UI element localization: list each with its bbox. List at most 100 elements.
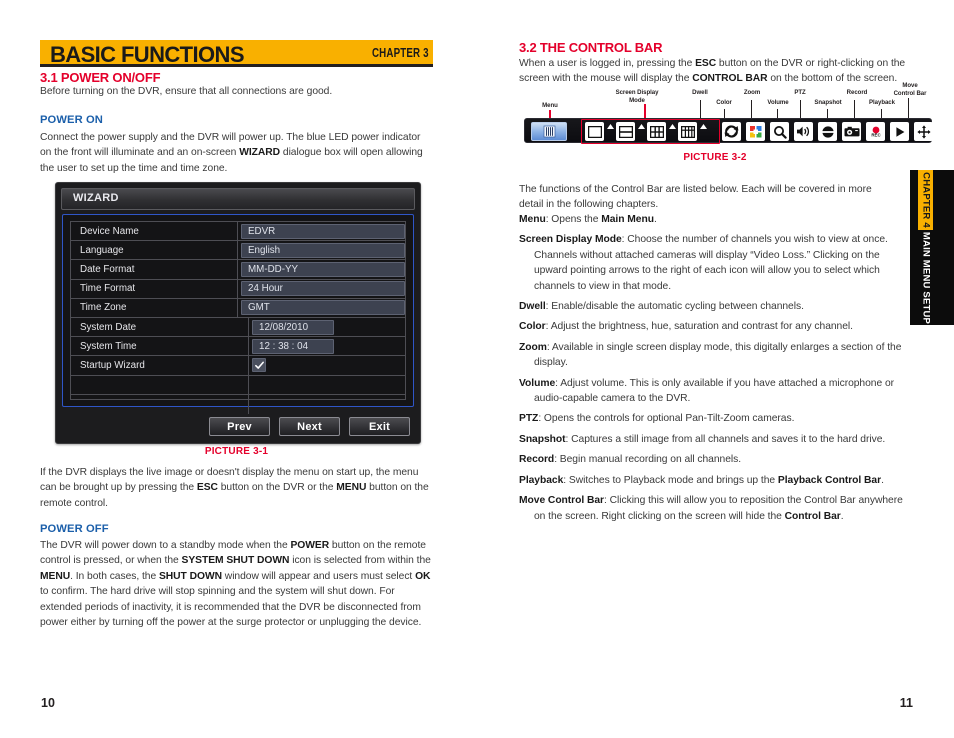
- definition-item: Zoom: Available in single screen display…: [519, 340, 911, 371]
- ap-b1: ESC: [196, 482, 218, 494]
- definition-item: Volume: Adjust volume. This is only avai…: [519, 376, 911, 407]
- po-t5: window will appear and users must select: [222, 570, 416, 582]
- playback-icon[interactable]: [890, 122, 909, 141]
- picture-label-3-1: PICTURE 3-1: [204, 446, 269, 457]
- wizard-row-label: Startup Wizard: [71, 356, 249, 375]
- ap-t2: button on the DVR or the: [217, 482, 337, 494]
- zoom-icon[interactable]: [770, 122, 789, 141]
- left-page: BASIC FUNCTIONS CHAPTER 3 3.1 POWER ON/O…: [0, 0, 477, 738]
- definition-item: Snapshot: Captures a still image from al…: [519, 432, 911, 447]
- chapter-number-label: CHAPTER 3: [372, 46, 429, 60]
- move-control-bar-icon[interactable]: [914, 122, 933, 141]
- po-b2: SYSTEM SHUT DOWN: [181, 555, 290, 567]
- wizard-value-field[interactable]: 12 : 38 : 04: [252, 338, 334, 354]
- wizard-row-value-cell: [249, 376, 405, 394]
- record-icon[interactable]: REC: [866, 122, 885, 141]
- cbi-b1: ESC: [695, 58, 717, 69]
- control-bar-figure: Menu Screen Display Mode Dwell Color Zoom…: [520, 82, 936, 162]
- snapshot-icon[interactable]: [842, 122, 861, 141]
- wizard-value-field[interactable]: 24 Hour: [241, 281, 405, 297]
- callout-label-dwell: Dwell: [692, 89, 708, 96]
- wizard-row: [71, 394, 405, 414]
- callout-label-move-control-bar: Move Control Bar: [893, 82, 927, 97]
- wizard-row-value-cell: [249, 356, 405, 374]
- callout-label-volume: Volume: [767, 99, 789, 106]
- definition-term: Move Control Bar: [519, 495, 605, 507]
- definition-t1: : Enable/disable the automatic cycling b…: [545, 301, 804, 313]
- leader-line-zoom: [751, 100, 753, 119]
- dwell-icon[interactable]: [722, 122, 741, 141]
- color-icon[interactable]: [746, 122, 765, 141]
- wizard-row: Date Format MM-DD-YY: [71, 260, 405, 280]
- page-number-left: 10: [41, 696, 55, 710]
- power-on-paragraph: Connect the power supply and the DVR wil…: [40, 130, 433, 176]
- screen-display-mode-2ch-arrow-icon[interactable]: [637, 122, 645, 141]
- callout-label-screen-display-mode: Screen Display Mode: [615, 89, 659, 104]
- wizard-row-label: System Time: [71, 337, 249, 356]
- screen-display-mode-4ch-arrow-icon[interactable]: [668, 122, 676, 141]
- definition-item: Color: Adjust the brightness, hue, satur…: [519, 319, 911, 334]
- wizard-row: Time Format 24 Hour: [71, 279, 405, 299]
- wizard-startup-checkbox[interactable]: [252, 358, 266, 373]
- screen-display-mode-4ch-icon[interactable]: [647, 122, 666, 141]
- leader-line-dwell: [700, 100, 702, 119]
- exit-button[interactable]: Exit: [349, 417, 410, 436]
- po-t3: icon is selected from within the: [289, 555, 431, 567]
- screen-display-mode-9ch-arrow-icon[interactable]: [699, 122, 707, 141]
- power-off-paragraph: The DVR will power down to a standby mod…: [40, 538, 433, 630]
- chapter-tab-number: CHAPTER 4: [918, 170, 933, 230]
- wizard-value-field[interactable]: English: [241, 242, 405, 258]
- wizard-titlebar: WIZARD: [61, 188, 415, 210]
- definition-item: PTZ: Opens the controls for optional Pan…: [519, 411, 911, 426]
- wizard-value-field[interactable]: EDVR: [241, 223, 405, 239]
- wizard-dialog-screenshot: WIZARD Device Name EDVR Language English Dat…: [55, 182, 421, 444]
- next-button[interactable]: Next: [279, 417, 340, 436]
- wizard-row-label: Language: [71, 241, 238, 260]
- definition-t2: .: [881, 474, 884, 486]
- leader-line-move-control-bar: [908, 98, 910, 119]
- screen-display-mode-1ch-arrow-icon[interactable]: [606, 122, 614, 141]
- wizard-row-label: [71, 375, 249, 394]
- right-page: 3.2 THE CONTROL BAR When a user is logge…: [477, 0, 954, 738]
- wizard-row-label: Time Zone: [71, 298, 238, 317]
- chapter-tab: CHAPTER 4 MAIN MENU SETUP: [910, 170, 954, 325]
- volume-icon[interactable]: [794, 122, 813, 141]
- po-t6: to confirm. The hard drive will stop spi…: [40, 586, 422, 629]
- prev-button[interactable]: Prev: [209, 417, 270, 436]
- callout-label-snapshot: Snapshot: [814, 99, 842, 106]
- wizard-row-value-cell: GMT: [238, 299, 405, 317]
- po-b3: MENU: [40, 570, 71, 582]
- wizard-row-label: [71, 394, 249, 414]
- wizard-value-field[interactable]: 12/08/2010: [252, 319, 334, 335]
- ptz-icon[interactable]: [818, 122, 837, 141]
- definition-item: Screen Display Mode: Choose the number o…: [519, 232, 911, 294]
- po-b1: POWER: [290, 540, 330, 551]
- callout-label-record: Record: [846, 89, 868, 96]
- po-t1: The DVR will power down to a standby mod…: [40, 540, 291, 551]
- wizard-value-field[interactable]: MM-DD-YY: [241, 261, 405, 277]
- wizard-value-field[interactable]: GMT: [241, 300, 405, 316]
- control-bar-definition-list: Menu: Opens the Main Menu. Screen Display…: [519, 212, 911, 529]
- definition-t1: : Begin manual recording on all channels…: [554, 454, 742, 466]
- definition-t2: .: [840, 510, 844, 522]
- control-bar-lead-in: The functions of the Control Bar are lis…: [519, 184, 872, 211]
- subheading-power-on: POWER ON: [40, 114, 103, 126]
- wizard-row-value-cell: MM-DD-YY: [238, 260, 405, 278]
- menu-icon[interactable]: [531, 122, 567, 141]
- screen-display-mode-9ch-icon[interactable]: [678, 122, 697, 141]
- wizard-row-value-cell: [249, 395, 405, 414]
- wizard-row: System Date 12/08/2010: [71, 317, 405, 338]
- wizard-settings-table: Device Name EDVR Language English Date Forma…: [70, 221, 406, 414]
- definition-t1: : Available in single screen display mod…: [534, 341, 902, 369]
- wizard-row-value-cell: 12/08/2010: [249, 318, 405, 336]
- ap-b2: MENU: [336, 482, 367, 494]
- leader-line-ptz: [800, 100, 802, 119]
- definition-term: Menu: [519, 214, 546, 225]
- definition-item: Record: Begin manual recording on all ch…: [519, 452, 911, 467]
- page-spread: BASIC FUNCTIONS CHAPTER 3 3.1 POWER ON/O…: [0, 0, 954, 738]
- screen-display-mode-2ch-icon[interactable]: [616, 122, 635, 141]
- wizard-row: Device Name EDVR: [71, 222, 405, 242]
- callout-label-color: Color: [716, 99, 732, 106]
- screen-display-mode-1ch-icon[interactable]: [585, 122, 604, 141]
- definition-t1: : Adjust volume. This is only available …: [534, 377, 894, 405]
